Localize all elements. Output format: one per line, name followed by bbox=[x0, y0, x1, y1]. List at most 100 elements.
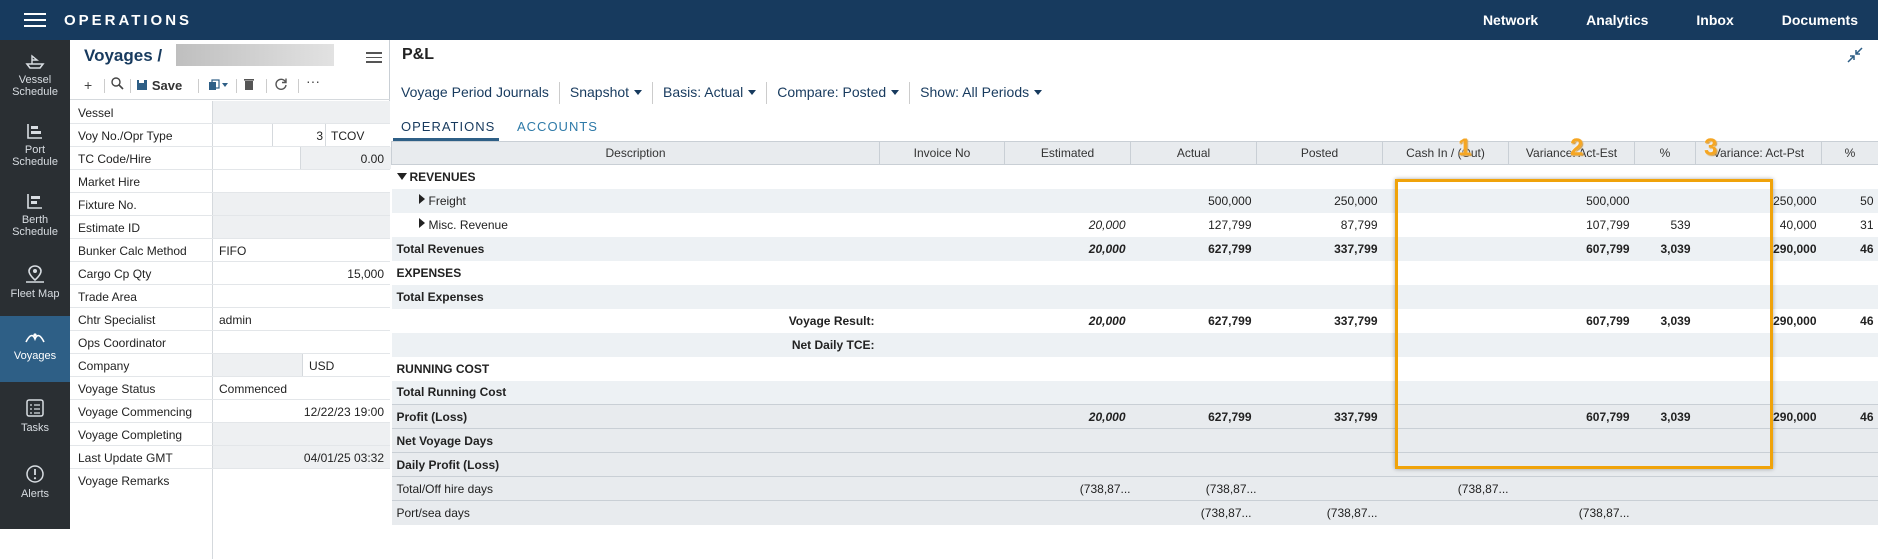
field-value[interactable] bbox=[212, 423, 390, 445]
nav-analytics[interactable]: Analytics bbox=[1586, 0, 1648, 40]
snapshot-dropdown[interactable]: Snapshot bbox=[560, 82, 653, 104]
nav-fleet-map[interactable]: Fleet Map bbox=[0, 254, 70, 316]
toolbar-divider bbox=[266, 79, 267, 93]
col-pct-est[interactable]: % bbox=[1635, 142, 1696, 165]
cell-pct-pst bbox=[1822, 285, 1878, 309]
basis-dropdown[interactable]: Basis: Actual bbox=[653, 82, 767, 104]
field-value[interactable] bbox=[212, 469, 390, 559]
save-button[interactable]: Save bbox=[136, 77, 182, 93]
field-label: Vessel bbox=[78, 106, 213, 120]
delete-icon[interactable] bbox=[228, 78, 255, 94]
cell-variance-act-est bbox=[1509, 381, 1635, 405]
show-periods-dropdown[interactable]: Show: All Periods bbox=[910, 82, 1052, 104]
field-value[interactable]: 15,000 bbox=[212, 262, 390, 284]
voyage-fields: Vessel Voy No./Opr Type3TCOV TC Code/Hir… bbox=[70, 101, 390, 492]
add-icon[interactable]: + bbox=[84, 77, 92, 93]
pl-toolbar: Voyage Period Journals Snapshot Basis: A… bbox=[391, 82, 1052, 104]
caret-right-icon[interactable] bbox=[419, 218, 425, 228]
cell-pct-est bbox=[1635, 165, 1696, 189]
row-description[interactable]: REVENUES bbox=[392, 165, 880, 189]
field-value[interactable]: Commenced bbox=[212, 377, 390, 399]
cell-pct-est bbox=[1635, 357, 1696, 381]
cell-pct-pst bbox=[1822, 357, 1878, 381]
caret-right-icon[interactable] bbox=[419, 194, 425, 204]
hamburger-menu-icon[interactable] bbox=[24, 13, 46, 27]
table-row: Net Daily TCE: bbox=[392, 333, 1878, 357]
row-label: Daily Profit (Loss) bbox=[397, 458, 500, 472]
collapse-icon[interactable] bbox=[1846, 46, 1864, 69]
cell-estimated bbox=[1005, 165, 1131, 189]
refresh-icon[interactable] bbox=[274, 77, 288, 94]
field-row: Estimate ID bbox=[70, 216, 390, 239]
nav-berth-schedule[interactable]: Berth Schedule bbox=[0, 184, 70, 250]
field-value[interactable] bbox=[212, 216, 390, 238]
cell-posted bbox=[1257, 429, 1383, 453]
col-actual[interactable]: Actual bbox=[1131, 142, 1257, 165]
field-value[interactable]: 04/01/25 03:32 bbox=[212, 446, 390, 468]
row-description: EXPENSES bbox=[392, 261, 880, 285]
col-posted[interactable]: Posted bbox=[1257, 142, 1383, 165]
field-label: Voy No./Opr Type bbox=[78, 129, 213, 143]
field-row: Ops Coordinator bbox=[70, 331, 390, 354]
cell-actual: 627,799 bbox=[1131, 237, 1257, 261]
col-invoice-no[interactable]: Invoice No bbox=[880, 142, 1005, 165]
table-row: Daily Profit (Loss) bbox=[392, 453, 1878, 477]
nav-documents[interactable]: Documents bbox=[1782, 0, 1858, 40]
nav-voyages[interactable]: Voyages bbox=[0, 316, 70, 382]
field-value[interactable]: 0.00 bbox=[212, 147, 390, 169]
nav-label: Fleet Map bbox=[11, 288, 60, 300]
field-row: Trade Area bbox=[70, 285, 390, 308]
cell-actual: 127,799 bbox=[1131, 213, 1257, 237]
nav-port-schedule[interactable]: Port Schedule bbox=[0, 114, 70, 180]
copy-dropdown-icon[interactable] bbox=[208, 78, 230, 94]
col-cash[interactable]: Cash In / (Out) bbox=[1383, 142, 1509, 165]
field-row: Market Hire bbox=[70, 170, 390, 193]
row-description[interactable]: Misc. Revenue bbox=[392, 213, 880, 237]
tab-accounts[interactable]: ACCOUNTS bbox=[517, 112, 598, 141]
row-description: RUNNING COST bbox=[392, 357, 880, 381]
row-description[interactable]: Freight bbox=[392, 189, 880, 213]
field-value[interactable]: admin bbox=[212, 308, 390, 330]
caret-down-icon[interactable] bbox=[397, 173, 407, 180]
field-row: Voyage Completing bbox=[70, 423, 390, 446]
nav-vessel-schedule[interactable]: Vessel Schedule bbox=[0, 44, 70, 110]
field-value[interactable]: USD bbox=[212, 354, 390, 376]
table-row: Total Revenues20,000627,799337,799607,79… bbox=[392, 237, 1878, 261]
table-row: Total Running Cost bbox=[392, 381, 1878, 405]
field-value[interactable] bbox=[212, 193, 390, 215]
field-value[interactable]: 3TCOV bbox=[212, 124, 390, 146]
table-row: Total Expenses bbox=[392, 285, 1878, 309]
nav-tasks[interactable]: Tasks bbox=[0, 388, 70, 450]
chevron-down-icon bbox=[1034, 90, 1042, 95]
voyage-period-journals-button[interactable]: Voyage Period Journals bbox=[391, 82, 560, 104]
marker-1: 1 bbox=[1458, 134, 1471, 162]
field-value[interactable] bbox=[212, 170, 390, 192]
col-description[interactable]: Description bbox=[392, 142, 880, 165]
field-value[interactable] bbox=[212, 285, 390, 307]
cell-variance-act-pst bbox=[1696, 501, 1822, 525]
cell-pct-est bbox=[1635, 333, 1696, 357]
cell-invoice-no bbox=[880, 237, 1005, 261]
tab-operations[interactable]: OPERATIONS bbox=[393, 112, 499, 141]
compare-dropdown[interactable]: Compare: Posted bbox=[767, 82, 910, 104]
cell-estimated: (738,87... bbox=[1005, 477, 1131, 501]
col-estimated[interactable]: Estimated bbox=[1005, 142, 1131, 165]
nav-network[interactable]: Network bbox=[1483, 0, 1538, 40]
more-icon[interactable]: ··· bbox=[306, 73, 320, 89]
cell-estimated bbox=[1005, 333, 1131, 357]
search-icon[interactable] bbox=[110, 76, 124, 93]
table-header-row: Description Invoice No Estimated Actual … bbox=[392, 142, 1878, 165]
field-value[interactable] bbox=[212, 101, 390, 123]
field-label: Cargo Cp Qty bbox=[78, 267, 213, 281]
col-pct-pst[interactable]: % bbox=[1822, 142, 1878, 165]
voyage-name-redacted bbox=[176, 44, 334, 66]
nav-inbox[interactable]: Inbox bbox=[1696, 0, 1733, 40]
nav-alerts[interactable]: Alerts bbox=[0, 454, 70, 516]
field-value[interactable]: 12/22/23 19:00 bbox=[212, 400, 390, 422]
panel-menu-icon[interactable] bbox=[366, 52, 382, 64]
field-value[interactable] bbox=[212, 331, 390, 353]
cell-variance-act-est: 107,799 bbox=[1509, 213, 1635, 237]
table-row: Net Voyage Days bbox=[392, 429, 1878, 453]
field-value[interactable]: FIFO bbox=[212, 239, 390, 261]
cell-variance-act-pst bbox=[1696, 381, 1822, 405]
